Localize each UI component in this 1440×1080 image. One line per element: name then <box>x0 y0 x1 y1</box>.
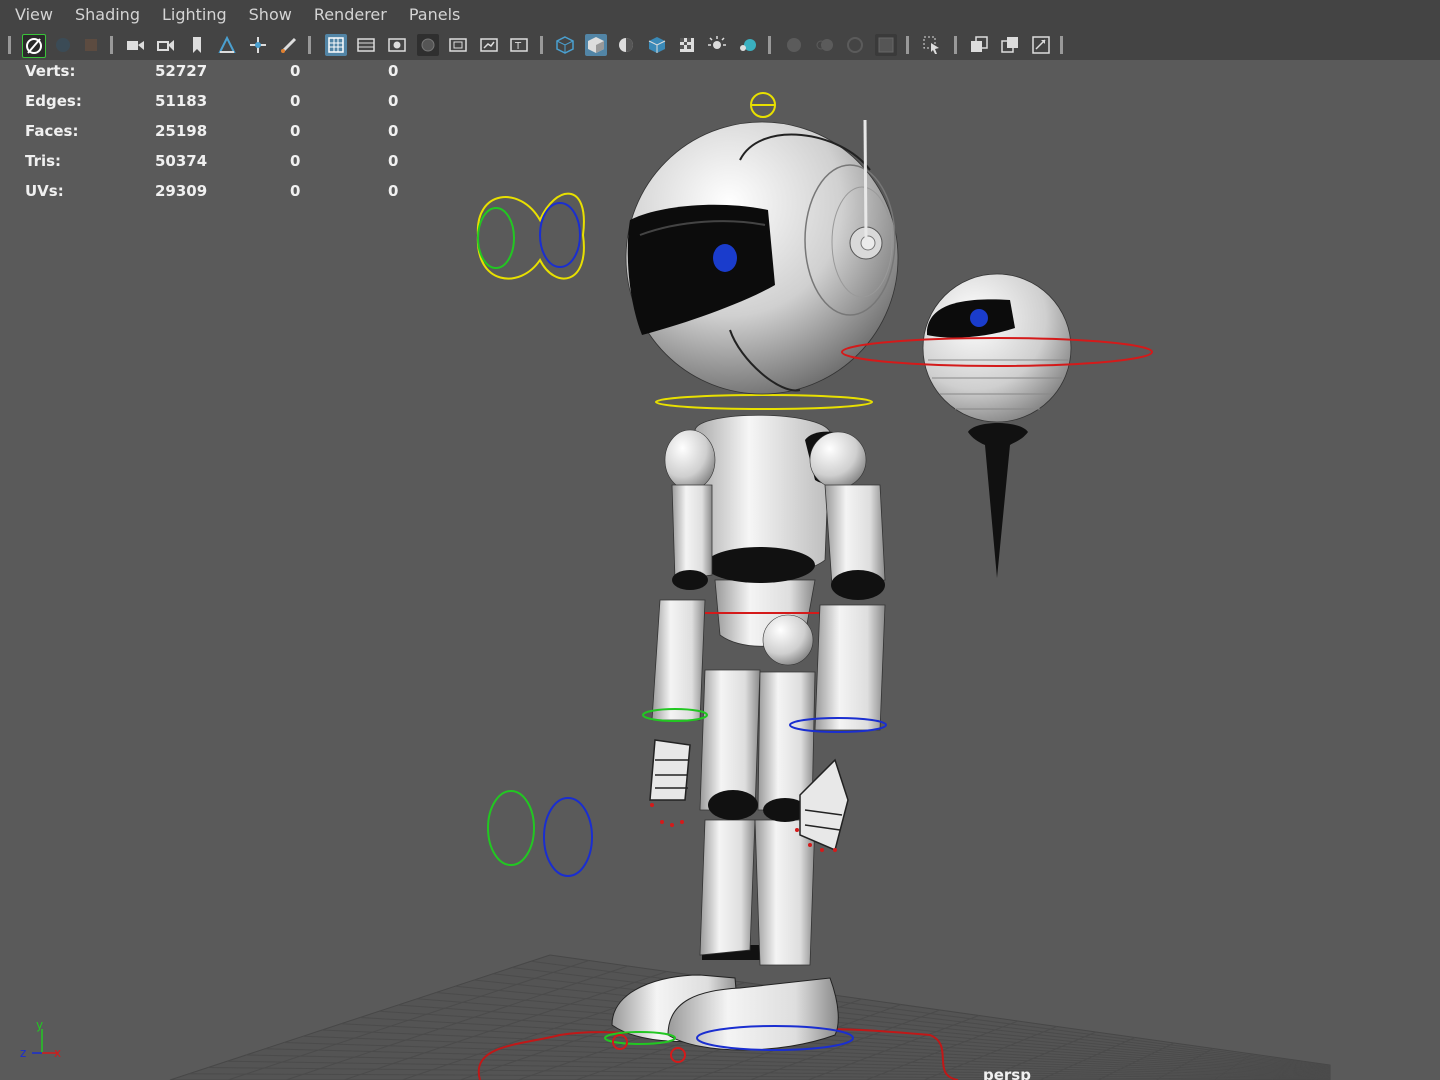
toolbar-separator <box>308 36 311 54</box>
hud-value: 0 <box>290 122 301 140</box>
hud-value: 0 <box>290 182 301 200</box>
hud-label: Edges: <box>25 92 82 110</box>
toolbar-separator <box>954 36 957 54</box>
hud-row-tris: Tris: 50374 0 0 <box>25 152 425 176</box>
hud-row-faces: Faces: 25198 0 0 <box>25 122 425 146</box>
hud-value: 51183 <box>155 92 208 110</box>
safe-action-icon[interactable] <box>447 34 469 56</box>
field-chart-icon[interactable] <box>417 34 439 56</box>
depth-of-field-icon[interactable] <box>875 34 897 56</box>
textured-icon[interactable]: T <box>508 34 530 56</box>
hud-value: 0 <box>290 62 301 80</box>
foot-control-curves[interactable] <box>487 790 593 877</box>
hud-value: 0 <box>388 62 399 80</box>
axis-x-label: x <box>54 1046 61 1060</box>
menu-view[interactable]: View <box>0 0 64 30</box>
bookmark-icon[interactable] <box>80 34 102 56</box>
resolution-gate-icon[interactable] <box>355 34 377 56</box>
hud-value: 0 <box>290 152 301 170</box>
toolbar-separator <box>8 36 11 54</box>
viewport-menu-bar: View Shading Lighting Show Renderer Pane… <box>0 0 1440 30</box>
select-camera-icon[interactable] <box>22 34 46 58</box>
two-d-pan-zoom-icon[interactable] <box>216 34 238 56</box>
image-plane-icon[interactable] <box>186 34 208 56</box>
smooth-shade-icon[interactable] <box>585 34 607 56</box>
xray-joints-icon[interactable] <box>921 34 943 56</box>
camera-attributes-icon[interactable] <box>124 34 146 56</box>
grease-pencil-icon[interactable] <box>247 34 269 56</box>
svg-text:T: T <box>514 41 522 52</box>
antialiasing-icon[interactable] <box>844 34 866 56</box>
axis-z-label: z <box>20 1046 26 1060</box>
hud-value: 0 <box>388 152 399 170</box>
ambient-occlusion-icon[interactable] <box>783 34 805 56</box>
menu-lighting[interactable]: Lighting <box>151 0 238 30</box>
axis-gizmo: y x z <box>20 1018 61 1060</box>
hud-value: 0 <box>388 122 399 140</box>
toggle-panel-icon[interactable] <box>1030 34 1052 56</box>
toolbar-separator <box>906 36 909 54</box>
lock-camera-icon[interactable] <box>52 34 74 56</box>
use-all-lights-icon[interactable] <box>646 34 668 56</box>
hud-value: 25198 <box>155 122 208 140</box>
camera-name-label: persp <box>983 1066 1031 1080</box>
hud-value: 52727 <box>155 62 208 80</box>
hud-value: 0 <box>290 92 301 110</box>
toolbar-separator <box>768 36 771 54</box>
hud-label: Tris: <box>25 152 62 170</box>
robot-head <box>625 92 899 410</box>
toolbar-separator <box>540 36 543 54</box>
hud-value: 0 <box>388 92 399 110</box>
hud-label: Verts: <box>25 62 76 80</box>
hud-label: UVs: <box>25 182 64 200</box>
panel-layout-icon[interactable] <box>999 34 1021 56</box>
toolbar-separator <box>1060 36 1063 54</box>
menu-renderer[interactable]: Renderer <box>303 0 398 30</box>
robot-legs <box>699 669 816 966</box>
eye-control-curves[interactable] <box>476 192 585 280</box>
hud-value: 50374 <box>155 152 208 170</box>
wireframe-icon[interactable] <box>554 34 576 56</box>
shadows-icon[interactable] <box>676 34 698 56</box>
motion-blur-icon[interactable] <box>814 34 836 56</box>
toolbar-separator <box>110 36 113 54</box>
hud-value: 29309 <box>155 182 208 200</box>
menu-show[interactable]: Show <box>238 0 303 30</box>
gate-mask-icon[interactable] <box>386 34 408 56</box>
hud-row-uvs: UVs: 29309 0 0 <box>25 182 425 206</box>
hud-label: Faces: <box>25 122 79 140</box>
hud-row-verts: Verts: 52727 0 0 <box>25 62 425 86</box>
menu-panels[interactable]: Panels <box>398 0 472 30</box>
camera-bookmark-icon[interactable] <box>155 34 177 56</box>
scene-canvas[interactable] <box>0 60 1440 1080</box>
menu-shading[interactable]: Shading <box>64 0 151 30</box>
pan-zoom-icon[interactable] <box>968 34 990 56</box>
wireframe-on-shaded-icon[interactable] <box>615 34 637 56</box>
hud-row-edges: Edges: 51183 0 0 <box>25 92 425 116</box>
isolate-select-icon[interactable] <box>737 34 759 56</box>
grid-icon[interactable] <box>278 34 300 56</box>
drone-companion <box>841 273 1153 578</box>
xray-icon[interactable] <box>706 34 728 56</box>
axis-y-label: y <box>36 1018 43 1032</box>
perspective-viewport[interactable]: Verts: 52727 0 0 Edges: 51183 0 0 Faces:… <box>0 60 1440 1080</box>
film-gate-icon[interactable] <box>325 34 347 56</box>
safe-title-icon[interactable] <box>478 34 500 56</box>
panel-toolbar: T <box>0 30 1440 60</box>
hud-value: 0 <box>388 182 399 200</box>
